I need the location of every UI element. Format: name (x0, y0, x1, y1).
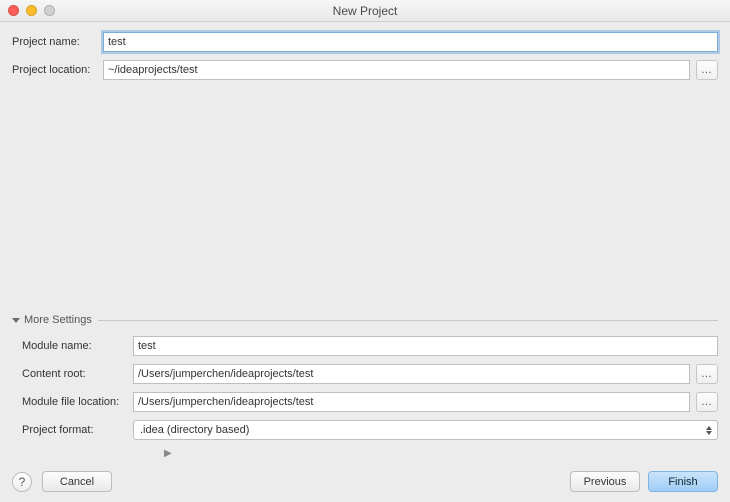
expand-arrow-icon[interactable]: ▶ (164, 448, 718, 459)
project-location-label: Project location: (12, 64, 97, 76)
titlebar: New Project (0, 0, 730, 22)
more-settings-panel: Module name: Content root: … Module file… (12, 336, 718, 459)
vertical-spacer (12, 88, 718, 314)
content-root-label: Content root: (12, 368, 127, 380)
close-icon[interactable] (8, 5, 19, 16)
help-button[interactable]: ? (12, 472, 32, 492)
minimize-icon[interactable] (26, 5, 37, 16)
content-root-row: Content root: … (12, 364, 718, 384)
window-controls (8, 5, 55, 16)
module-file-location-row: Module file location: … (12, 392, 718, 412)
cancel-button[interactable]: Cancel (42, 471, 112, 492)
project-format-label: Project format: (12, 424, 127, 436)
project-format-value: .idea (directory based) (140, 424, 249, 436)
project-location-input[interactable] (103, 60, 690, 80)
project-name-row: Project name: (12, 32, 718, 52)
module-name-input[interactable] (133, 336, 718, 356)
divider (98, 320, 718, 321)
more-settings-header[interactable]: More Settings (12, 314, 718, 326)
module-name-label: Module name: (12, 340, 127, 352)
dialog-content: Project name: Project location: … More S… (0, 22, 730, 459)
project-format-select[interactable]: .idea (directory based) (133, 420, 718, 440)
button-bar: ? Cancel Previous Finish (12, 471, 718, 492)
project-name-label: Project name: (12, 36, 97, 48)
module-name-row: Module name: (12, 336, 718, 356)
project-location-row: Project location: … (12, 60, 718, 80)
project-name-input[interactable] (103, 32, 718, 52)
browse-content-root-button[interactable]: … (696, 364, 718, 384)
more-settings-title: More Settings (24, 314, 92, 326)
finish-button[interactable]: Finish (648, 471, 718, 492)
stepper-icon (702, 422, 716, 438)
browse-module-file-button[interactable]: … (696, 392, 718, 412)
project-format-row: Project format: .idea (directory based) (12, 420, 718, 440)
browse-location-button[interactable]: … (696, 60, 718, 80)
content-root-input[interactable] (133, 364, 690, 384)
module-file-location-input[interactable] (133, 392, 690, 412)
window-title: New Project (333, 4, 398, 18)
previous-button[interactable]: Previous (570, 471, 640, 492)
zoom-icon[interactable] (44, 5, 55, 16)
collapse-icon (12, 318, 20, 323)
module-file-location-label: Module file location: (12, 396, 127, 408)
